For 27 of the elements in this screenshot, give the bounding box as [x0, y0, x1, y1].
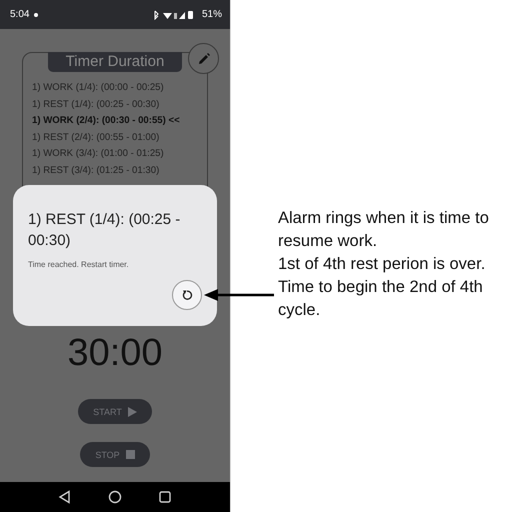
interval-row-text: 1) REST (2/4): (00:55 - 01:00) [32, 130, 160, 144]
play-icon [128, 406, 137, 416]
interval-row-text: 1) WORK (3/4): (01:00 - 01:25) [32, 147, 165, 161]
dialog-title: 1) REST (1/4): (00:25 - 00:30) [28, 210, 182, 251]
pencil-icon [198, 52, 210, 64]
back-icon[interactable] [58, 490, 72, 504]
annotation-text: Alarm rings when it is time to resume work. [278, 208, 490, 252]
interval-row-text: 1) REST (1/4): (00:25 - 00:30) [32, 98, 160, 112]
timer-display: 30:00 [67, 333, 163, 373]
pointer-arrow [204, 289, 274, 301]
timer-button[interactable]: START [78, 399, 152, 424]
annotation-text: 1st of 4th rest perion is over. Time to begin the 2nd of 4th cycle. [278, 254, 486, 321]
edit-button[interactable] [188, 43, 219, 74]
battery-percent: 51% [202, 9, 222, 20]
interval-row-text: 1) WORK (1/4): (00:00 - 00:25) [32, 81, 165, 95]
interval-row-text: 1) REST (3/4): (01:25 - 01:30) [32, 164, 160, 178]
recents-icon[interactable] [158, 490, 172, 504]
restart-icon [181, 289, 193, 301]
panel-title: Timer Duration [48, 52, 182, 72]
notification-dot-icon [34, 12, 38, 16]
interval-row-text: 1) WORK (2/4): (00:30 - 00:55) << [32, 114, 181, 128]
clock-time: 5:04 [10, 9, 30, 20]
home-icon[interactable] [108, 490, 122, 504]
timer-button[interactable]: STOP [80, 442, 150, 467]
dialog-message: Time reached. Restart timer. [28, 260, 130, 269]
stop-icon [126, 450, 135, 459]
restart-button[interactable] [172, 280, 202, 310]
